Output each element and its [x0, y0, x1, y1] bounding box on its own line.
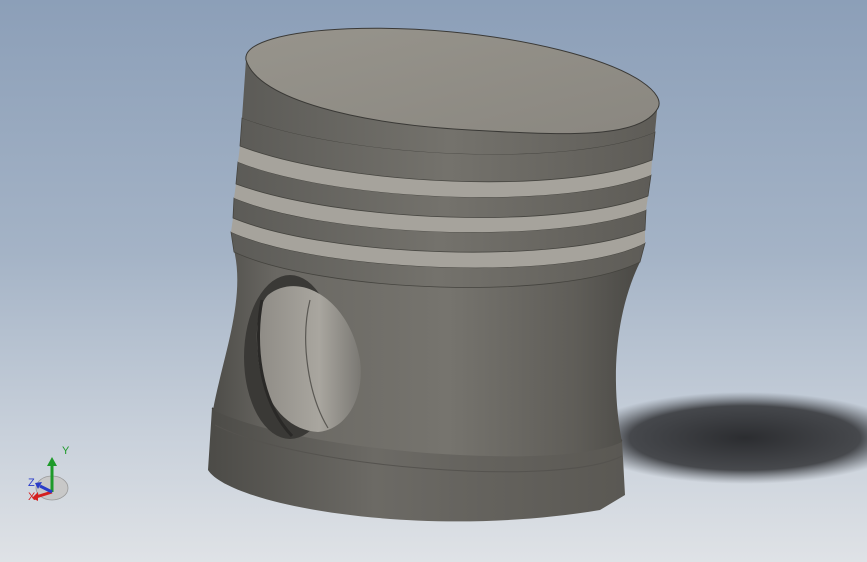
triad-x-label: X	[28, 491, 36, 503]
orientation-triad: Y Z X	[28, 445, 70, 503]
triad-z-label: Z	[28, 477, 35, 489]
graphics-viewport[interactable]: Y Z X	[0, 0, 867, 562]
model-scene[interactable]	[0, 0, 867, 562]
triad-y-arrow	[47, 457, 57, 466]
triad-y-label: Y	[62, 445, 70, 457]
